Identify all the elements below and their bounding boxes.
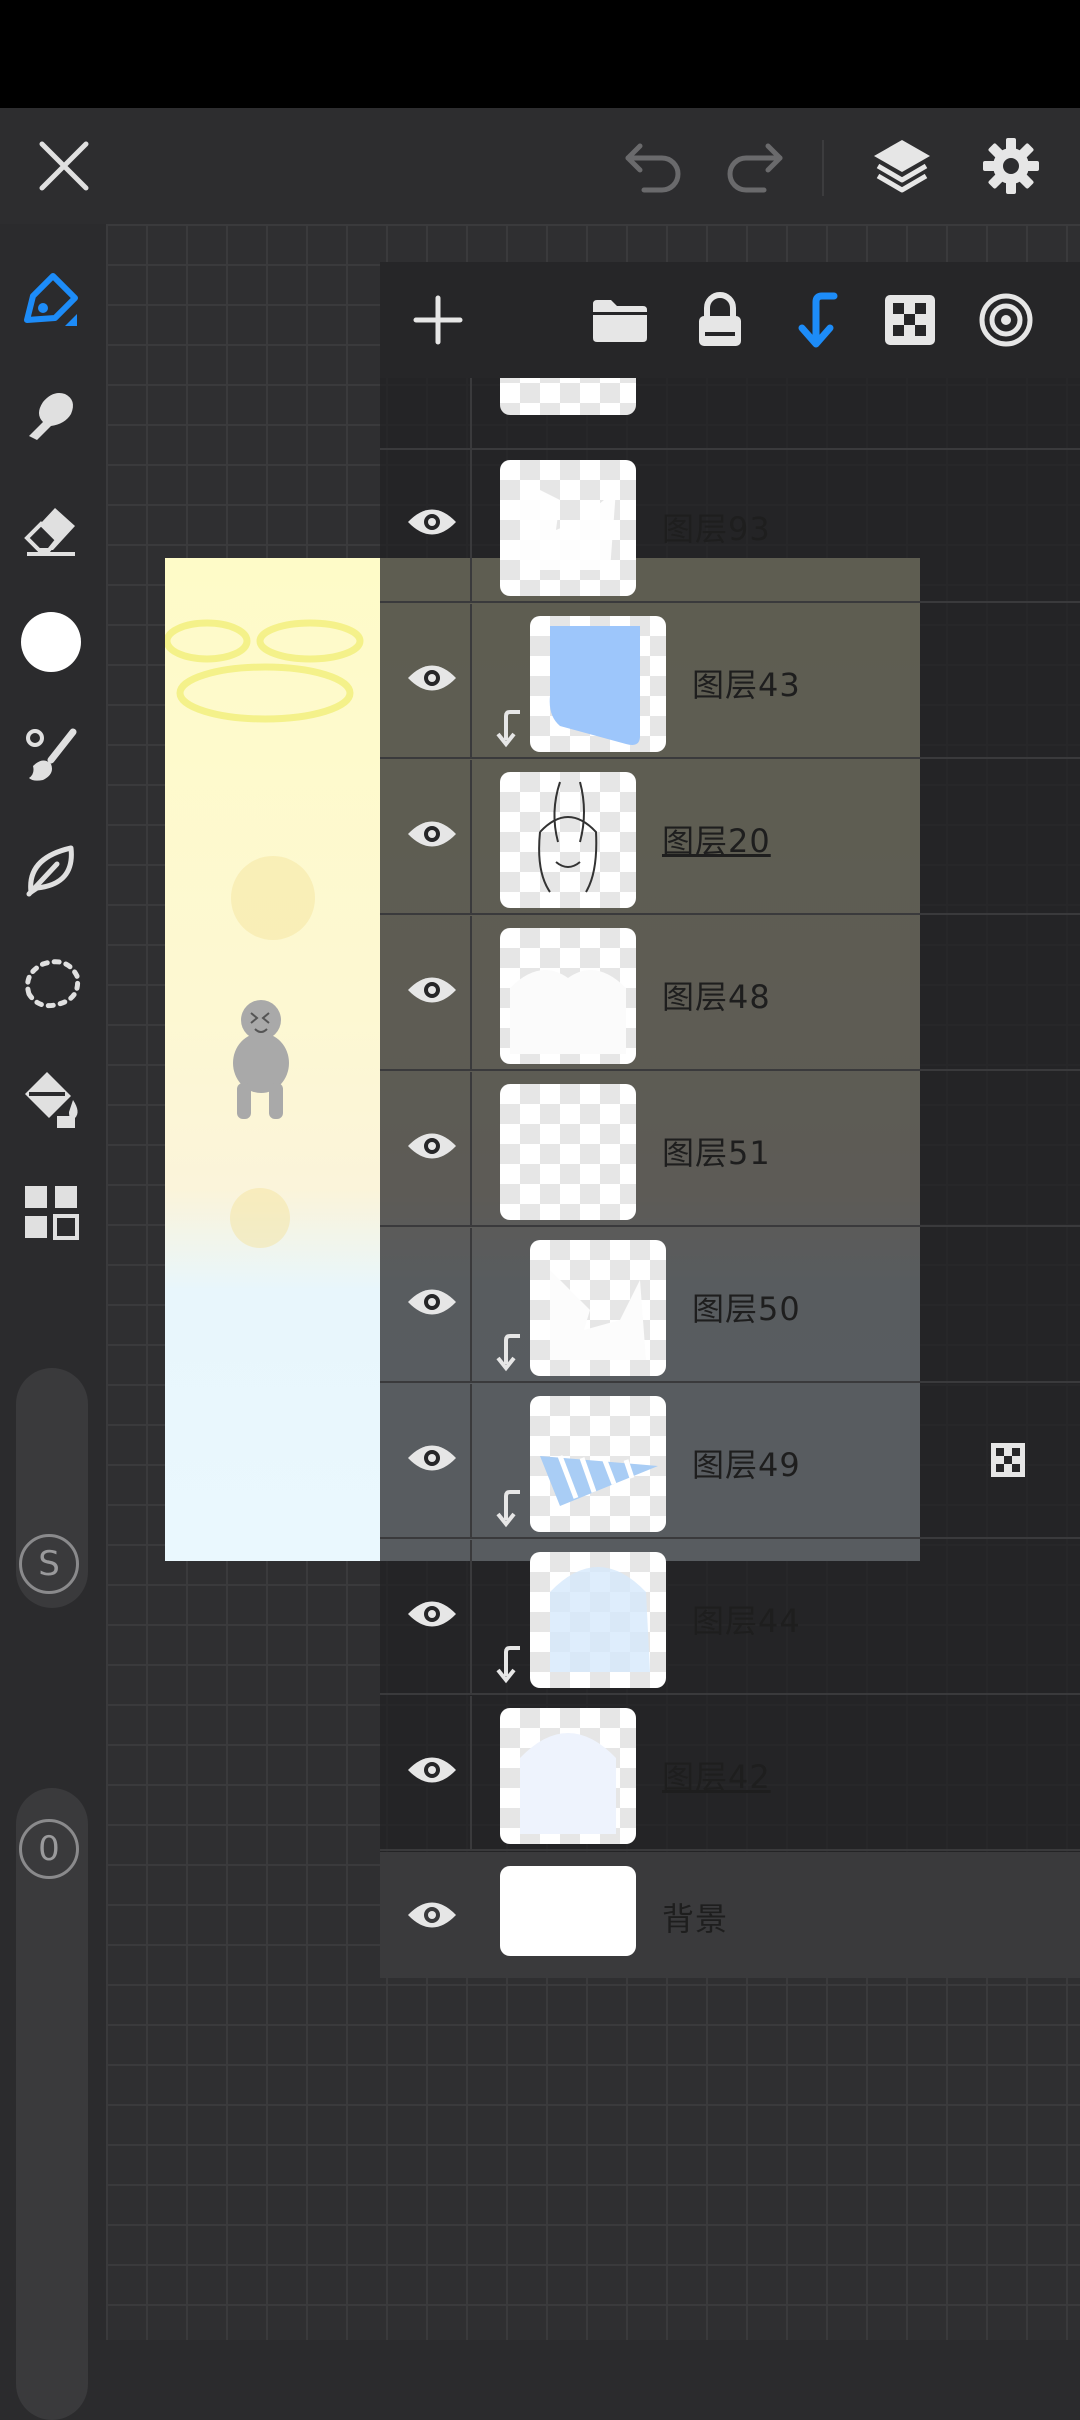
eye-icon[interactable] (396, 1887, 468, 1943)
layer-name: 图层51 (662, 1134, 771, 1172)
redo-icon[interactable] (718, 130, 790, 202)
eye-icon[interactable] (396, 494, 468, 550)
row-divider (470, 1696, 472, 1849)
eye-icon[interactable] (396, 806, 468, 862)
lock-icon[interactable] (684, 284, 756, 356)
eye-icon[interactable] (396, 1118, 468, 1174)
layer-row[interactable]: 图层44 (380, 1540, 1080, 1695)
layer-name: 图层50 (692, 1290, 801, 1328)
folder-icon[interactable] (584, 284, 656, 356)
undo-icon[interactable] (618, 130, 690, 202)
layer-name: 图层48 (662, 978, 771, 1016)
layer-row[interactable]: 图层48 (380, 916, 1080, 1071)
eye-icon[interactable] (396, 1586, 468, 1642)
gear-icon[interactable] (975, 130, 1047, 202)
eye-icon[interactable] (396, 1274, 468, 1330)
row-divider (470, 448, 472, 601)
grid-apps-icon[interactable] (15, 1176, 87, 1248)
clip-arrow-icon (496, 1334, 520, 1372)
close-icon[interactable] (28, 130, 100, 202)
clip-arrow-icon (496, 1646, 520, 1684)
layer-thumbnail (530, 1552, 666, 1688)
brush-settings-icon[interactable] (15, 720, 87, 792)
layer-row[interactable]: 图层50 (380, 1228, 1080, 1383)
row-divider (470, 1384, 472, 1537)
color-swatch-icon[interactable] (15, 606, 87, 678)
left-toolbar: S 0 (0, 224, 106, 2420)
layer-thumbnail (500, 1866, 636, 1956)
layer-row[interactable]: 图层43 (380, 604, 1080, 759)
opacity-slider[interactable] (16, 1788, 88, 2420)
clip-mask-icon[interactable] (780, 284, 852, 356)
layer-thumbnail (500, 772, 636, 908)
layer-thumbnail (530, 616, 666, 752)
layer-row[interactable]: 图层49 (380, 1384, 1080, 1539)
smudge-tool-icon[interactable] (15, 378, 87, 450)
eye-icon[interactable] (396, 1742, 468, 1798)
layer-thumbnail (500, 1084, 636, 1220)
layers-panel-header (380, 262, 1080, 378)
layer-thumbnail (500, 1708, 636, 1844)
layer-thumbnail (500, 460, 636, 596)
status-bar (0, 0, 1080, 108)
row-divider (470, 760, 472, 913)
opacity-label: 0 (38, 1829, 60, 1869)
row-divider (470, 1072, 472, 1225)
transparency-lock-icon (991, 1443, 1025, 1477)
layer-row[interactable]: 图层51 (380, 1072, 1080, 1227)
background-layer-row[interactable]: 背景 (380, 1852, 1080, 1978)
layer-name: 图层43 (692, 666, 801, 704)
leaf-tool-icon[interactable] (15, 834, 87, 906)
opacity-handle[interactable]: 0 (19, 1819, 79, 1879)
row-divider (470, 1228, 472, 1381)
row-divider (470, 1540, 472, 1693)
layer-name: 图层44 (692, 1602, 801, 1640)
fill-bucket-icon[interactable] (15, 1062, 87, 1134)
layer-list[interactable]: 图层93 图层43 图层20 图层48 图层51 图层50 图层49 图层44 … (380, 326, 1080, 1978)
layer-thumbnail (530, 1240, 666, 1376)
layer-row[interactable]: 图层93 (380, 448, 1080, 603)
pen-tool-icon[interactable] (15, 264, 87, 336)
row-divider (470, 604, 472, 757)
eye-icon[interactable] (396, 1430, 468, 1486)
lasso-select-icon[interactable] (15, 948, 87, 1020)
layer-name: 图层20 (662, 822, 771, 860)
background-layer-name: 背景 (662, 1900, 729, 1938)
eye-icon[interactable] (396, 962, 468, 1018)
brush-size-handle[interactable]: S (19, 1534, 79, 1594)
eye-icon[interactable] (396, 650, 468, 706)
layer-row[interactable]: 图层42 (380, 1696, 1080, 1851)
layer-thumbnail (530, 1396, 666, 1532)
brush-size-label: S (38, 1544, 60, 1584)
layer-thumbnail (500, 928, 636, 1064)
clip-arrow-icon (496, 710, 520, 748)
clip-arrow-icon (496, 1490, 520, 1528)
top-toolbar (0, 108, 1080, 224)
blend-mode-icon[interactable] (970, 284, 1042, 356)
toolbar-divider (822, 140, 824, 196)
eraser-tool-icon[interactable] (15, 492, 87, 564)
row-divider (470, 916, 472, 1069)
add-layer-icon[interactable] (402, 284, 474, 356)
layer-name: 图层49 (692, 1446, 801, 1484)
layer-name: 图层93 (662, 510, 771, 548)
layers-icon[interactable] (866, 130, 938, 202)
transparency-lock-icon[interactable] (874, 284, 946, 356)
layer-name: 图层42 (662, 1758, 771, 1796)
layer-row[interactable]: 图层20 (380, 760, 1080, 915)
